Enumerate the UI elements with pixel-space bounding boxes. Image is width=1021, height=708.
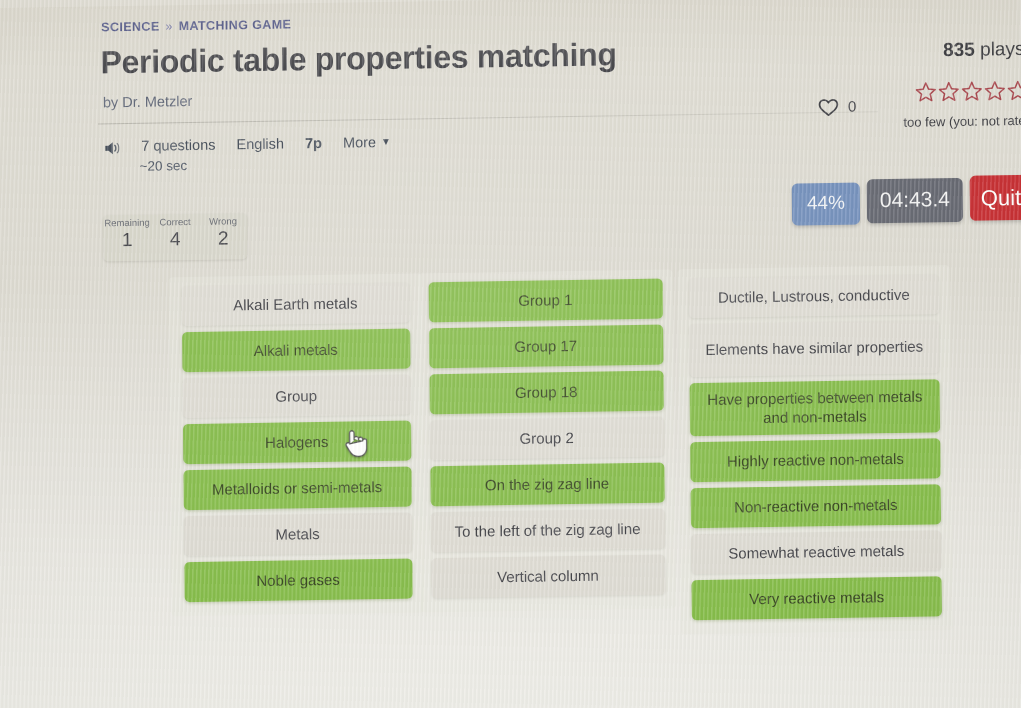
meta-duration: ~20 sec: [139, 158, 188, 174]
star-icon[interactable]: [1007, 80, 1021, 101]
star-icon[interactable]: [961, 81, 983, 102]
answer-tile[interactable]: Alkali Earth metals: [181, 282, 410, 327]
answer-tile[interactable]: Group 2: [429, 416, 664, 461]
stat-remaining-value: 1: [121, 229, 133, 252]
answer-tile[interactable]: Highly reactive non-metals: [690, 438, 941, 483]
speaker-icon[interactable]: [103, 139, 122, 157]
answer-tile[interactable]: Have properties between metals and non-m…: [689, 379, 941, 437]
answer-tile-label: Halogens: [264, 433, 329, 452]
answer-tile[interactable]: To the left of the zig zag line: [430, 508, 665, 553]
stat-wrong: Wrong 2: [199, 213, 247, 260]
stat-remaining: Remaining 1: [103, 215, 151, 262]
breadcrumb-separator: »: [165, 19, 173, 34]
answer-tile-label: Have properties between metals and non-m…: [707, 388, 923, 427]
answer-tile-label: Ductile, Lustrous, conductive: [717, 286, 910, 307]
star-icon[interactable]: [938, 81, 960, 102]
rating-note: too few (you: not rated): [903, 112, 1021, 130]
answer-tile[interactable]: Non-reactive non-metals: [690, 484, 941, 529]
answer-tile-label: On the zig zag line: [484, 474, 610, 494]
answer-tile[interactable]: Noble gases: [183, 558, 413, 603]
stat-correct-value: 4: [169, 229, 181, 251]
answer-tile-label: Highly reactive non-metals: [726, 450, 904, 471]
plays-counter: 835 plays: [943, 39, 1021, 62]
answer-tile-label: Non-reactive non-metals: [734, 496, 898, 517]
more-menu-button[interactable]: More ▼: [343, 133, 391, 156]
score-badge: 44%: [791, 182, 861, 226]
board-column-properties: Ductile, Lustrous, conductive Elements ha…: [677, 265, 954, 635]
answer-tile[interactable]: Metals: [183, 512, 412, 557]
answer-tile-label: Group 18: [514, 383, 578, 402]
more-menu-label: More: [342, 135, 377, 152]
answer-tile-label: Alkali Earth metals: [233, 294, 358, 314]
answer-tile[interactable]: Alkali metals: [181, 328, 410, 373]
answer-tile-label: Group 2: [519, 429, 574, 448]
plays-label: plays: [979, 38, 1021, 61]
answer-tile[interactable]: Group 1: [428, 278, 663, 323]
answer-tile[interactable]: Group 18: [429, 370, 664, 415]
answer-tile-label: Alkali metals: [253, 341, 338, 360]
chevron-down-icon: ▼: [380, 136, 391, 149]
stat-remaining-label: Remaining: [104, 217, 150, 230]
breadcrumb-section[interactable]: MATCHING GAME: [179, 17, 292, 33]
page-title: Periodic table properties matching: [100, 36, 617, 81]
answer-tile-label: Somewhat reactive metals: [728, 542, 905, 563]
stat-correct: Correct 4: [151, 214, 199, 261]
stat-wrong-value: 2: [217, 228, 229, 250]
stats-panel: Remaining 1 Correct 4 Wrong 2: [102, 213, 248, 262]
answer-tile[interactable]: Vertical column: [430, 554, 666, 599]
answer-tile[interactable]: Elements have similar properties: [689, 320, 940, 378]
meta-language: English: [236, 136, 285, 154]
likes-group[interactable]: 0: [818, 98, 857, 118]
quiz-meta-row: 7 questions English 7p More ▼: [103, 133, 412, 160]
matching-board: Alkali Earth metals Alkali metals Group Hal…: [160, 265, 954, 643]
answer-tile-label: Metals: [275, 525, 320, 544]
answer-tile-label: Noble gases: [256, 571, 340, 590]
answer-tile[interactable]: Group: [182, 374, 411, 419]
author-byline[interactable]: by Dr. Metzler: [103, 94, 193, 111]
board-column-terms: Alkali Earth metals Alkali metals Group Hal…: [168, 273, 425, 617]
timer-display: 04:43.4: [866, 177, 964, 224]
breadcrumb[interactable]: SCIENCE » MATCHING GAME: [101, 17, 291, 34]
stat-wrong-label: Wrong: [209, 216, 238, 228]
likes-count: 0: [847, 98, 857, 116]
answer-tile[interactable]: Somewhat reactive metals: [691, 530, 942, 575]
answer-tile[interactable]: Metalloids or semi-metals: [182, 466, 412, 511]
star-rating[interactable]: [915, 80, 1021, 103]
plays-count: 835: [943, 39, 975, 62]
header-divider: [98, 111, 879, 125]
breadcrumb-category[interactable]: SCIENCE: [101, 19, 160, 34]
board-column-groups: Group 1 Group 17 Group 18 Group 2 On the zig…: [417, 269, 676, 613]
answer-tile[interactable]: On the zig zag line: [429, 462, 665, 507]
answer-tile-label: Vertical column: [497, 567, 599, 586]
answer-tile-label: Very reactive metals: [749, 588, 885, 608]
answer-tile-label: Group 17: [514, 337, 578, 356]
answer-tile-label: Group: [275, 387, 318, 406]
quiz-page: SCIENCE » MATCHING GAME Periodic table p…: [0, 0, 1021, 708]
meta-points: 7p: [304, 135, 323, 153]
answer-tile[interactable]: Very reactive metals: [691, 576, 942, 621]
answer-tile[interactable]: Group 17: [428, 324, 663, 369]
answer-tile-label: Group 1: [518, 291, 573, 310]
answer-tile-label: Metalloids or semi-metals: [212, 478, 383, 499]
stat-correct-label: Correct: [159, 217, 191, 229]
answer-tile[interactable]: Halogens: [182, 420, 411, 465]
answer-tile-label: To the left of the zig zag line: [454, 520, 641, 541]
star-icon[interactable]: [984, 80, 1006, 101]
meta-question-count: 7 questions: [141, 137, 216, 155]
heart-icon[interactable]: [818, 98, 839, 117]
star-icon[interactable]: [915, 81, 937, 102]
answer-tile-label: Elements have similar properties: [705, 338, 924, 359]
answer-tile[interactable]: Ductile, Lustrous, conductive: [688, 274, 939, 319]
quit-button[interactable]: Quit: [969, 174, 1021, 221]
